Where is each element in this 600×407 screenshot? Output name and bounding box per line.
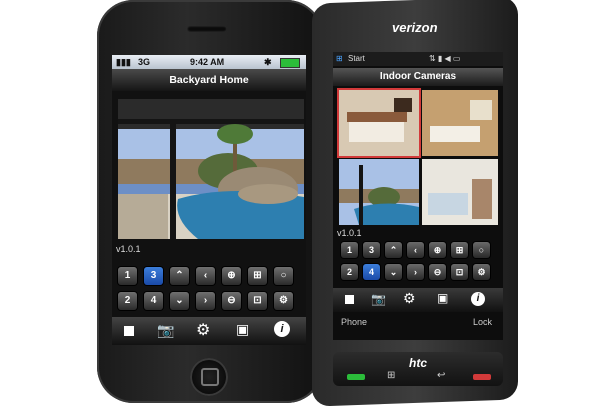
camera-feed-image [118, 99, 304, 239]
call-icon[interactable] [347, 374, 365, 380]
restore-screen-button[interactable]: ⊡ [451, 264, 468, 280]
start-label: Start [348, 54, 365, 63]
iphone-speaker [187, 26, 227, 32]
htc-logo: htc [409, 356, 427, 370]
version-label: v1.0.1 [116, 244, 141, 254]
zoom-out-button[interactable]: ⊖ [429, 264, 446, 280]
screenshot-icon[interactable]: ▣ [236, 321, 249, 338]
pan-down-button[interactable]: ⌄ [385, 264, 402, 280]
page-title: Indoor Cameras [333, 68, 503, 86]
lock-softkey[interactable]: Lock [473, 317, 492, 327]
carrier-logo: verizon [392, 20, 438, 35]
preset-2-button[interactable]: 2 [341, 264, 358, 280]
bottom-toolbar: 📷 ⚙ ▣ i [112, 317, 306, 345]
phone-softkey[interactable]: Phone [341, 317, 367, 327]
network-label: 3G [138, 57, 151, 67]
windows-button[interactable]: ⊞ [387, 370, 395, 381]
zoom-in-button[interactable]: ⊕ [429, 242, 446, 258]
restore-screen-button[interactable]: ⊡ [248, 292, 267, 310]
preset-1-button[interactable]: 1 [341, 242, 358, 258]
htc-screen: ⊞ Start ⇅ ▮ ◀ ▭ Indoor Cameras v1.0.1 1 … [333, 52, 503, 340]
version-label: v1.0.1 [337, 228, 362, 238]
bedroom-image [339, 90, 419, 156]
status-bar: ▮▮▮ 3G 9:42 AM ✱ [112, 55, 306, 69]
battery-icon [280, 58, 300, 68]
iphone-screen: ▮▮▮ 3G 9:42 AM ✱ Backyard Home v1.0.1 1 … [112, 55, 306, 345]
preset-4-button[interactable]: 4 [363, 264, 380, 280]
home-square-icon [201, 368, 219, 386]
settings-wheel-button[interactable]: ⚙ [473, 264, 490, 280]
camera-tile-sitting-room[interactable] [422, 159, 498, 225]
circle-button[interactable]: ○ [473, 242, 490, 258]
camera-tile-bedroom[interactable] [339, 90, 419, 156]
camera-feed[interactable] [118, 99, 304, 239]
htc-bottom-panel: htc ⊞ ↩ [333, 352, 503, 386]
preset-4-button[interactable]: 4 [144, 292, 163, 310]
preset-3-button[interactable]: 3 [363, 242, 380, 258]
zoom-in-button[interactable]: ⊕ [222, 267, 241, 285]
pan-up-button[interactable]: ⌃ [385, 242, 402, 258]
preset-2-button[interactable]: 2 [118, 292, 137, 310]
bottom-toolbar: 📷 ⚙ ▣ i [333, 288, 503, 312]
end-call-icon[interactable] [473, 374, 491, 380]
pan-right-button[interactable]: › [407, 264, 424, 280]
stop-icon[interactable] [124, 326, 134, 336]
screenshot-icon[interactable]: ▣ [437, 291, 448, 305]
windows-start-icon[interactable]: ⊞ [336, 54, 343, 63]
status-time: 9:42 AM [190, 57, 225, 67]
info-icon[interactable]: i [471, 292, 485, 306]
fit-screen-button[interactable]: ⊞ [451, 242, 468, 258]
page-title: Backyard Home [112, 69, 306, 91]
softkey-bar: Phone Lock [333, 314, 503, 330]
pan-down-button[interactable]: ⌄ [170, 292, 189, 310]
camera-icon[interactable]: 📷 [371, 292, 386, 306]
camera-icon[interactable]: 📷 [157, 322, 174, 339]
gear-icon[interactable]: ⚙ [403, 290, 416, 307]
pan-left-button[interactable]: ‹ [196, 267, 215, 285]
zoom-out-button[interactable]: ⊖ [222, 292, 241, 310]
back-button[interactable]: ↩ [437, 370, 445, 381]
bluetooth-icon: ✱ [264, 57, 272, 67]
preset-1-button[interactable]: 1 [118, 267, 137, 285]
pan-right-button[interactable]: › [196, 292, 215, 310]
signal-icon: ▮▮▮ [116, 57, 131, 67]
camera-tile-backyard[interactable] [339, 159, 419, 225]
camera-tile-living-room[interactable] [422, 90, 498, 156]
status-icons: ⇅ ▮ ◀ ▭ [429, 54, 461, 63]
circle-button[interactable]: ○ [274, 267, 293, 285]
preset-3-button[interactable]: 3 [144, 267, 163, 285]
settings-wheel-button[interactable]: ⚙ [274, 292, 293, 310]
pan-left-button[interactable]: ‹ [407, 242, 424, 258]
stop-icon[interactable] [345, 295, 354, 304]
info-icon[interactable]: i [274, 321, 290, 337]
backyard-image [339, 159, 419, 225]
pan-up-button[interactable]: ⌃ [170, 267, 189, 285]
sitting-room-image [422, 159, 498, 225]
gear-icon[interactable]: ⚙ [196, 320, 210, 340]
fit-screen-button[interactable]: ⊞ [248, 267, 267, 285]
living-room-image [422, 90, 498, 156]
status-bar: ⊞ Start ⇅ ▮ ◀ ▭ [333, 52, 503, 66]
